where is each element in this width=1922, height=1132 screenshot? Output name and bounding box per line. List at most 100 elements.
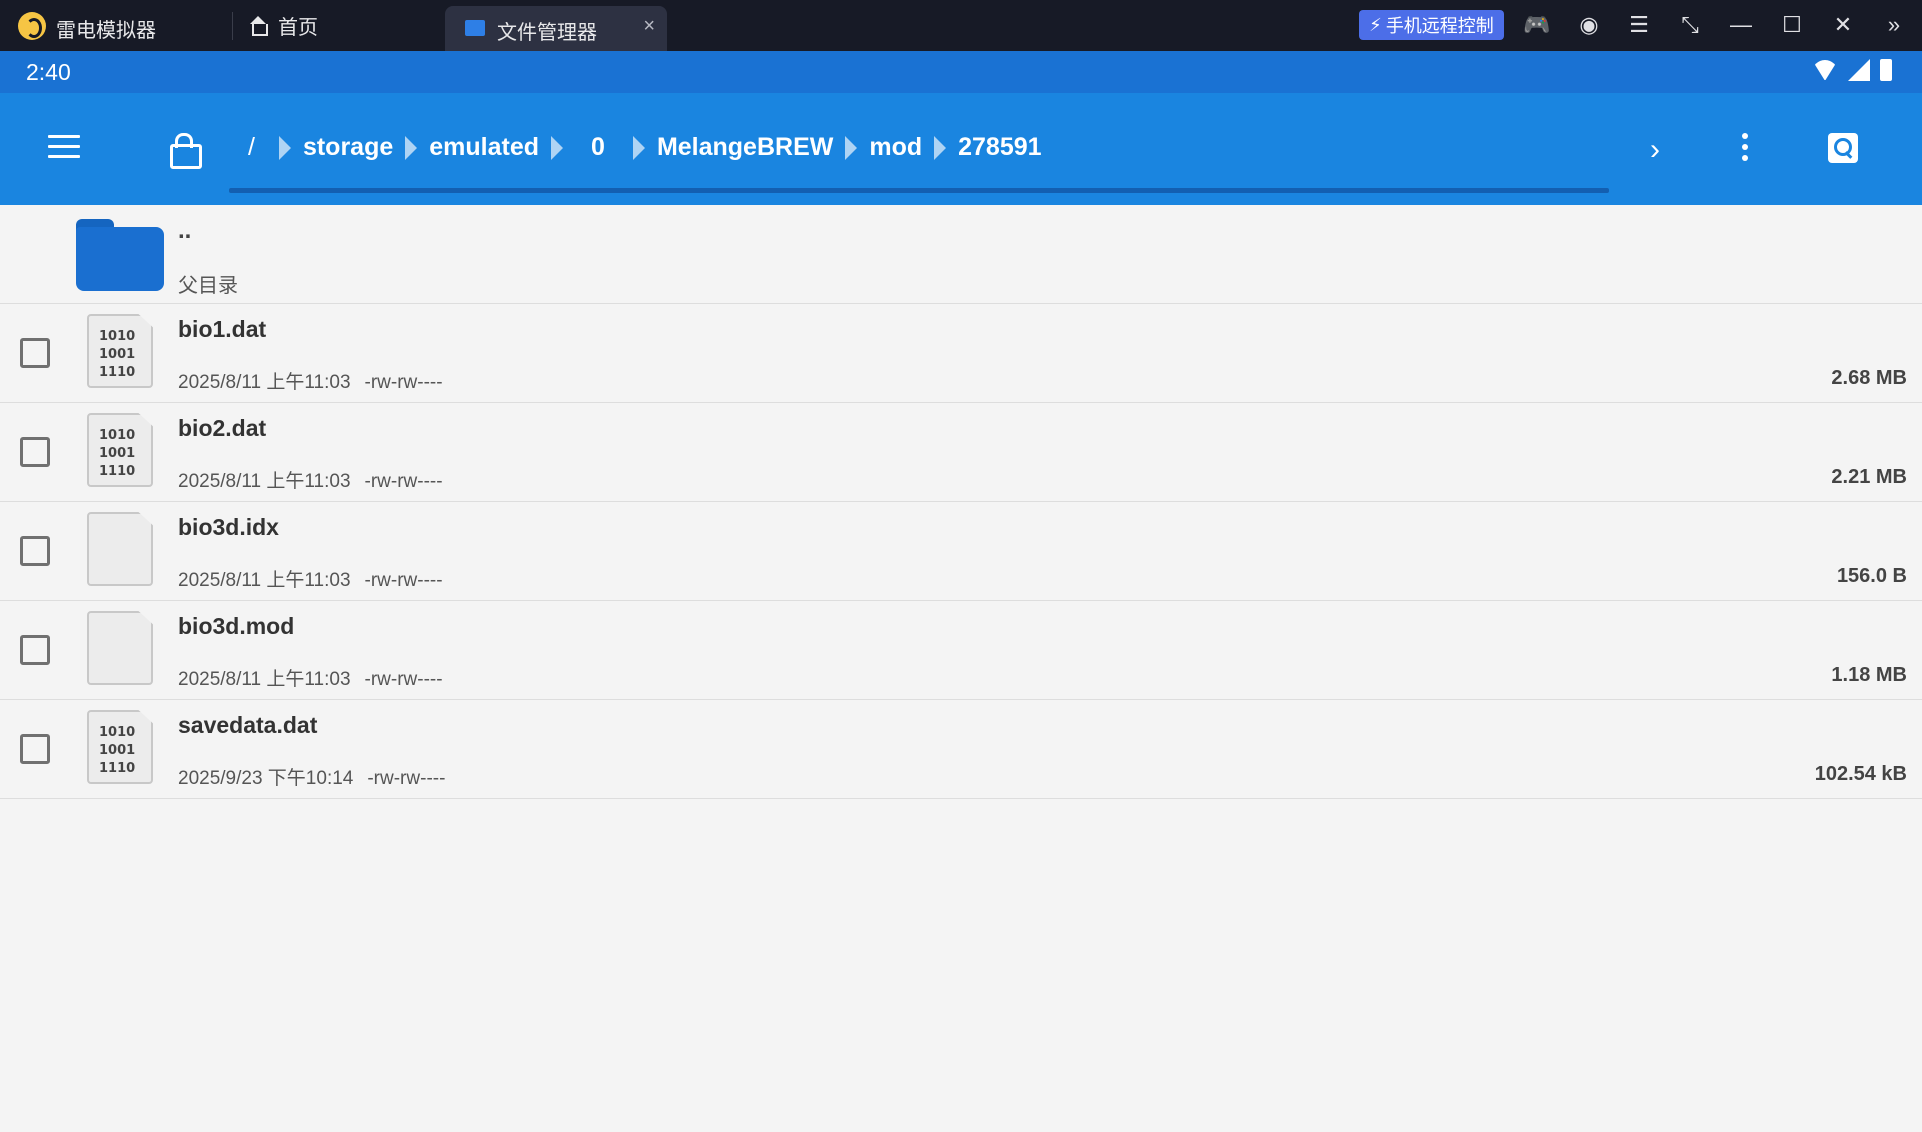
binary-file-icon: 1010 1001 1110: [87, 413, 153, 487]
file-size: 2.21 MB: [1831, 466, 1907, 488]
breadcrumb-separator-icon: [934, 135, 947, 160]
more-options-icon[interactable]: [1742, 133, 1748, 161]
breadcrumb-item[interactable]: 0: [569, 133, 627, 162]
file-date: 2025/8/11 上午11:03: [178, 570, 351, 591]
blank-file-icon: [87, 512, 153, 586]
file-checkbox[interactable]: [20, 734, 50, 764]
list-item[interactable]: 1010 1001 1110 savedata.dat 2025/9/23 下午…: [0, 700, 1922, 799]
binary-glyph-line: 1110: [99, 761, 136, 776]
app-logo-icon: [18, 12, 46, 40]
file-size: 156.0 B: [1836, 565, 1907, 587]
binary-glyph-line: 1010: [99, 329, 136, 344]
search-icon[interactable]: [1828, 133, 1858, 163]
lightning-icon: ⚡: [1369, 14, 1382, 35]
file-name: bio1.dat: [178, 316, 267, 342]
file-name: bio3d.mod: [178, 613, 295, 639]
file-date: 2025/8/11 上午11:03: [178, 471, 351, 492]
file-list: .. 父目录 1010 1001 1110 bio1.dat 2025/8/11…: [0, 205, 1922, 799]
folder-icon: [76, 219, 164, 291]
binary-file-icon: 1010 1001 1110: [87, 710, 153, 784]
binary-glyph-line: 1010: [99, 428, 136, 443]
binary-glyph-line: 1110: [99, 365, 136, 380]
list-item[interactable]: 1010 1001 1110 bio2.dat 2025/8/11 上午11:0…: [0, 403, 1922, 502]
tab-home-label: 首页: [278, 17, 318, 39]
file-permissions: -rw-rw----: [364, 372, 443, 393]
remote-control-label: 手机远程控制: [1385, 16, 1494, 36]
folder-icon: [465, 20, 485, 36]
file-manager-toolbar: / storage emulated 0 MelangeBREW mod 278…: [0, 93, 1922, 205]
file-name: bio2.dat: [178, 415, 267, 441]
battery-icon: [1880, 59, 1892, 81]
blank-file-icon: [87, 611, 153, 685]
file-meta: 2025/9/23 下午10:14 -rw-rw----: [178, 763, 445, 790]
binary-glyph-line: 1010: [99, 725, 136, 740]
file-size: 1.18 MB: [1831, 664, 1907, 686]
breadcrumb-item[interactable]: mod: [863, 133, 928, 162]
file-permissions: -rw-rw----: [364, 669, 443, 690]
parent-directory-name: ..: [178, 217, 192, 244]
list-item[interactable]: 1010 1001 1110 bio1.dat 2025/8/11 上午11:0…: [0, 304, 1922, 403]
breadcrumb-separator-icon: [845, 135, 858, 160]
breadcrumb-item[interactable]: MelangeBREW: [651, 133, 839, 162]
breadcrumb-item-current[interactable]: 278591: [952, 133, 1047, 162]
unlock-icon[interactable]: [170, 133, 202, 169]
maximize-icon[interactable]: ☐: [1777, 10, 1807, 40]
menu-lines-icon[interactable]: ☰: [1624, 10, 1654, 40]
binary-file-icon: 1010 1001 1110: [87, 314, 153, 388]
file-meta: 2025/8/11 上午11:03 -rw-rw----: [178, 664, 443, 691]
file-name: bio3d.idx: [178, 514, 279, 540]
file-meta: 2025/8/11 上午11:03 -rw-rw----: [178, 565, 443, 592]
collapse-sidebar-icon[interactable]: »: [1879, 10, 1909, 40]
emulator-title-bar: 雷电模拟器 首页 文件管理器 × ⚡ 手机远程控制 🎮 ◉ ☰ ⤡ — ☐ ✕ …: [0, 0, 1922, 51]
breadcrumb-scroll-indicator: [229, 188, 1609, 193]
file-permissions: -rw-rw----: [364, 570, 443, 591]
app-name: 雷电模拟器: [56, 20, 156, 42]
breadcrumb-separator-icon: [632, 135, 645, 160]
gamepad-icon[interactable]: 🎮: [1522, 10, 1552, 40]
minimize-icon[interactable]: —: [1726, 10, 1756, 40]
file-date: 2025/9/23 下午10:14: [178, 768, 354, 789]
breadcrumb-root[interactable]: /: [230, 133, 273, 162]
binary-glyph-line: 1001: [99, 347, 136, 362]
parent-directory-label: 父目录: [178, 275, 238, 297]
status-clock: 2:40: [26, 59, 71, 85]
file-permissions: -rw-rw----: [367, 768, 446, 789]
system-icons: [1812, 59, 1892, 81]
breadcrumb: / storage emulated 0 MelangeBREW mod 278…: [230, 133, 1048, 162]
list-item[interactable]: bio3d.idx 2025/8/11 上午11:03 -rw-rw---- 15…: [0, 502, 1922, 601]
wifi-icon: [1812, 60, 1838, 80]
chevron-right-icon[interactable]: ›: [1650, 133, 1660, 167]
binary-glyph-line: 1001: [99, 446, 136, 461]
file-meta: 2025/8/11 上午11:03 -rw-rw----: [178, 367, 443, 394]
binary-glyph-line: 1110: [99, 464, 136, 479]
file-checkbox[interactable]: [20, 437, 50, 467]
home-icon: [248, 15, 268, 36]
file-size: 2.68 MB: [1831, 367, 1907, 389]
tab-home[interactable]: 首页: [248, 0, 318, 51]
tab-file-manager[interactable]: 文件管理器 ×: [445, 6, 667, 51]
tab-divider: [232, 12, 233, 40]
breadcrumb-item[interactable]: emulated: [423, 133, 545, 162]
file-date: 2025/8/11 上午11:03: [178, 669, 351, 690]
file-permissions: -rw-rw----: [364, 471, 443, 492]
parent-directory-row[interactable]: .. 父目录: [0, 205, 1922, 304]
binary-glyph-line: 1001: [99, 743, 136, 758]
file-date: 2025/8/11 上午11:03: [178, 372, 351, 393]
file-size: 102.54 kB: [1814, 763, 1907, 785]
remote-control-button[interactable]: ⚡ 手机远程控制: [1359, 10, 1504, 40]
close-window-icon[interactable]: ✕: [1828, 10, 1858, 40]
list-item[interactable]: bio3d.mod 2025/8/11 上午11:03 -rw-rw---- 1.…: [0, 601, 1922, 700]
hamburger-menu-icon[interactable]: [48, 135, 80, 159]
breadcrumb-separator-icon: [405, 135, 418, 160]
tab-close-icon[interactable]: ×: [643, 15, 655, 38]
breadcrumb-separator-icon: [551, 135, 564, 160]
file-checkbox[interactable]: [20, 338, 50, 368]
file-name: savedata.dat: [178, 712, 318, 738]
breadcrumb-separator-icon: [278, 135, 291, 160]
android-status-bar: 2:40: [0, 51, 1922, 93]
file-checkbox[interactable]: [20, 635, 50, 665]
resize-window-icon[interactable]: ⤡: [1675, 10, 1705, 40]
file-checkbox[interactable]: [20, 536, 50, 566]
account-icon[interactable]: ◉: [1574, 10, 1604, 40]
breadcrumb-item[interactable]: storage: [297, 133, 399, 162]
